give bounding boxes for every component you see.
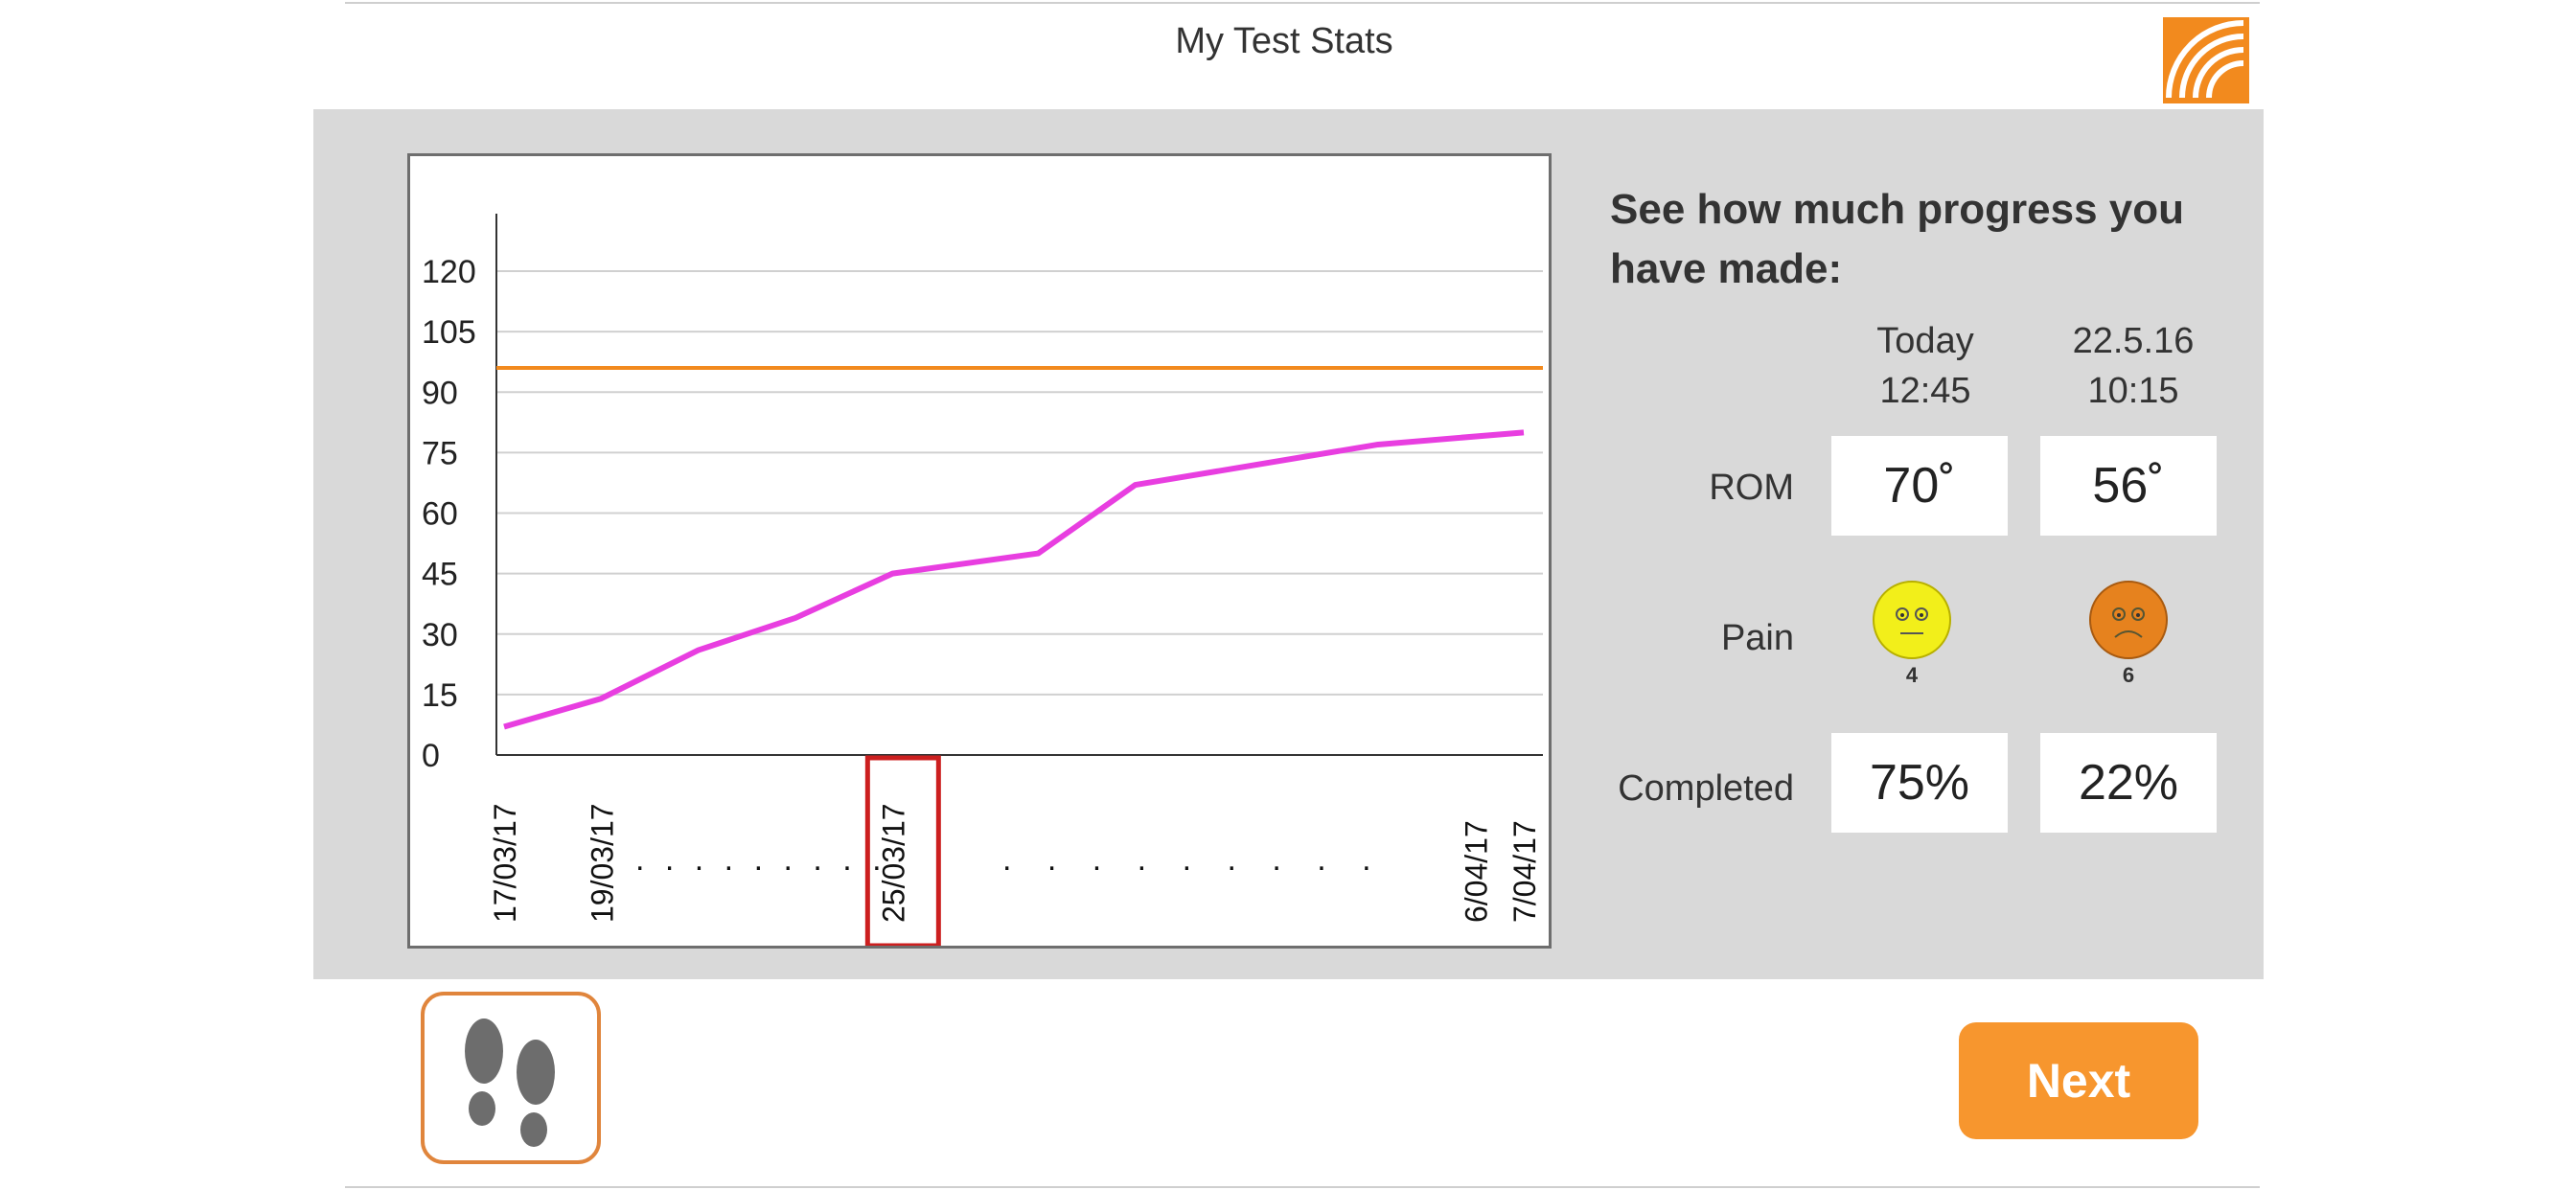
column-today-label: Today bbox=[1876, 321, 1974, 361]
completed-previous-value: 22% bbox=[2040, 733, 2217, 833]
y-tick-label: 90 bbox=[422, 375, 458, 411]
y-tick-label: 45 bbox=[422, 557, 458, 593]
y-tick-label: 120 bbox=[422, 254, 476, 290]
bottom-divider bbox=[345, 1186, 2260, 1188]
column-previous-time: 10:15 bbox=[2087, 371, 2179, 411]
pain-label: Pain bbox=[1720, 618, 1794, 658]
top-divider bbox=[345, 2, 2260, 4]
column-header-previous: 22.5.16 10:15 bbox=[2028, 316, 2239, 416]
y-tick-label: 15 bbox=[422, 677, 458, 714]
x-tick-label: 19/03/17 bbox=[585, 803, 619, 923]
column-today-time: 12:45 bbox=[1879, 371, 1971, 411]
y-tick-label: 105 bbox=[422, 314, 476, 351]
signal-waves-logo bbox=[2163, 17, 2249, 103]
y-tick-label: 30 bbox=[422, 617, 458, 653]
x-axis-ellipsis-left: . . . . . . . . . bbox=[635, 841, 887, 878]
x-tick-label: 7/04/17 bbox=[1507, 820, 1542, 923]
page-title: My Test Stats bbox=[1175, 21, 1393, 61]
completed-label: Completed bbox=[1618, 768, 1794, 809]
x-axis-ellipsis-right: . . . . . . . . . bbox=[1002, 841, 1385, 878]
column-header-today: Today 12:45 bbox=[1820, 316, 2031, 416]
chart-svg: 015304560759010512017/03/17 19/03/17 25/03… bbox=[422, 214, 1543, 946]
next-button[interactable]: Next bbox=[1959, 1022, 2198, 1139]
progress-series-line bbox=[503, 429, 1525, 730]
rom-today-value: 70˚ bbox=[1831, 436, 2008, 536]
rom-previous-value: 56˚ bbox=[2040, 436, 2217, 536]
y-tick-label: 0 bbox=[422, 738, 440, 774]
x-tick-label: 17/03/17 bbox=[488, 803, 522, 923]
steps-button[interactable] bbox=[421, 992, 601, 1164]
progress-chart: 0 15 30 45 60 75 90 105 120 17/03/17 19/03/17 25/03… bbox=[407, 153, 1552, 949]
footprints-icon bbox=[465, 1018, 555, 1147]
progress-heading: See how much progress you have made: bbox=[1610, 186, 2185, 292]
pain-previous-value: 6 bbox=[2122, 663, 2135, 687]
column-previous-date: 22.5.16 bbox=[2072, 321, 2195, 361]
pain-face-today-icon bbox=[1872, 580, 1952, 660]
y-tick-label: 75 bbox=[422, 435, 458, 471]
x-tick-label: 6/04/17 bbox=[1459, 820, 1493, 923]
rom-label: ROM bbox=[1709, 468, 1794, 508]
pain-face-previous-icon bbox=[2088, 580, 2169, 660]
y-tick-label: 60 bbox=[422, 496, 458, 533]
completed-today-value: 75% bbox=[1831, 733, 2008, 833]
pain-today-value: 4 bbox=[1905, 663, 1919, 687]
